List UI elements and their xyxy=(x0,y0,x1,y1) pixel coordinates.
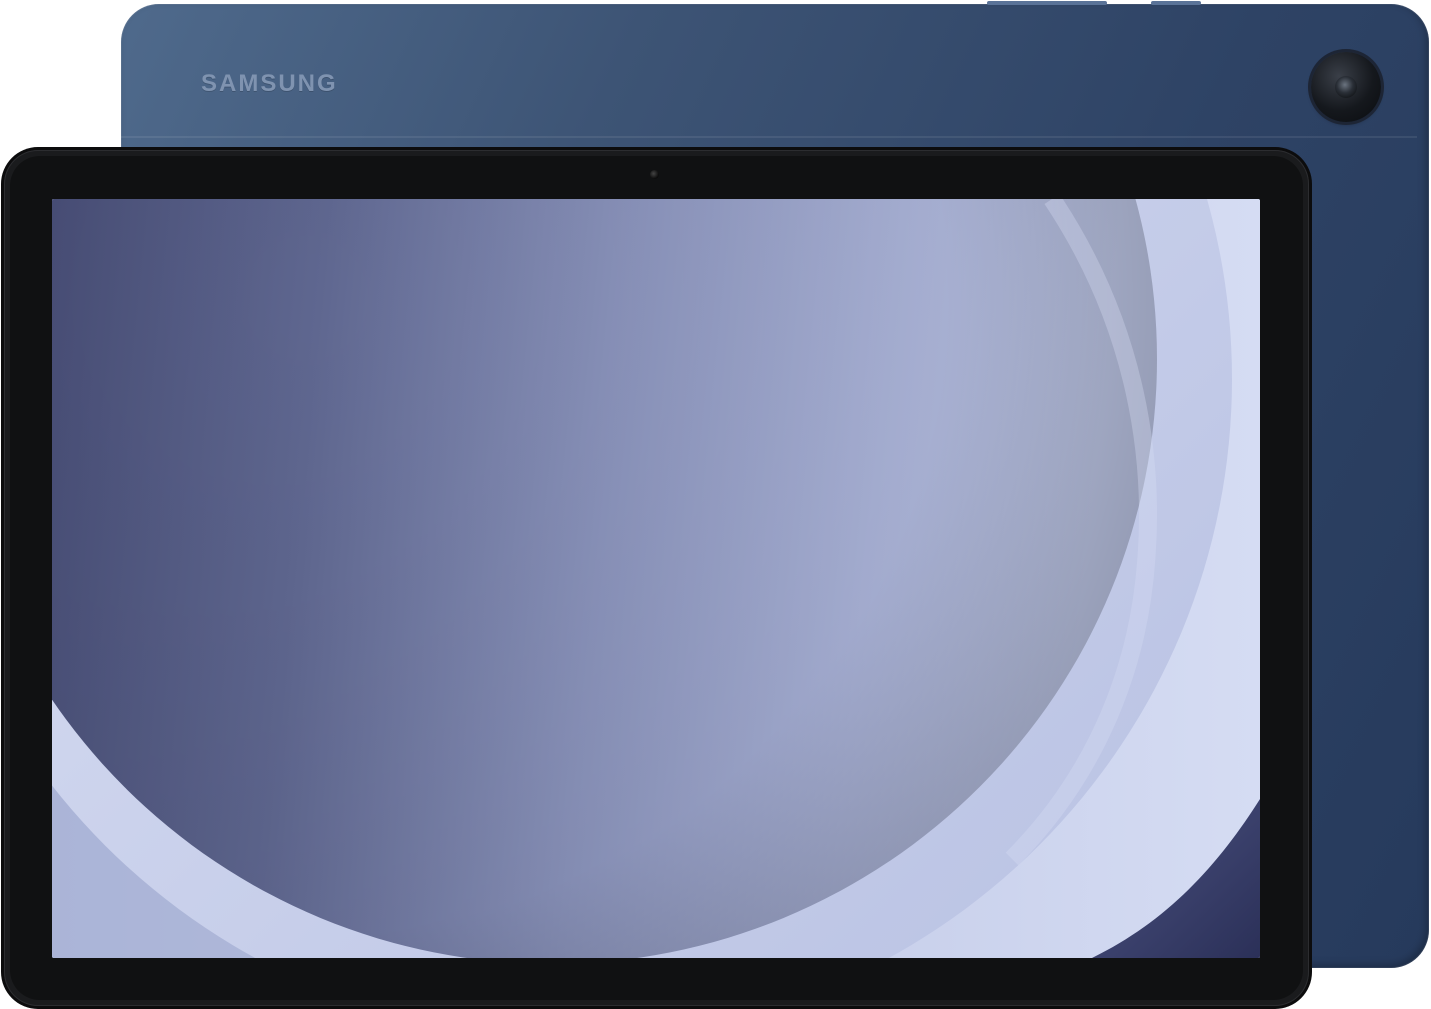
power-button xyxy=(1151,1,1201,5)
rear-camera-icon xyxy=(1311,52,1381,122)
wallpaper xyxy=(52,199,1260,958)
volume-button xyxy=(987,1,1107,5)
front-camera-icon xyxy=(650,170,659,179)
rear-camera-lens xyxy=(1335,76,1357,98)
brand-logo: SAMSUNG xyxy=(201,70,338,97)
product-photo: SAMSUNG xyxy=(0,0,1431,1009)
tablet-front xyxy=(4,150,1309,1006)
tablet-screen xyxy=(52,199,1260,958)
back-ridge xyxy=(121,136,1417,138)
